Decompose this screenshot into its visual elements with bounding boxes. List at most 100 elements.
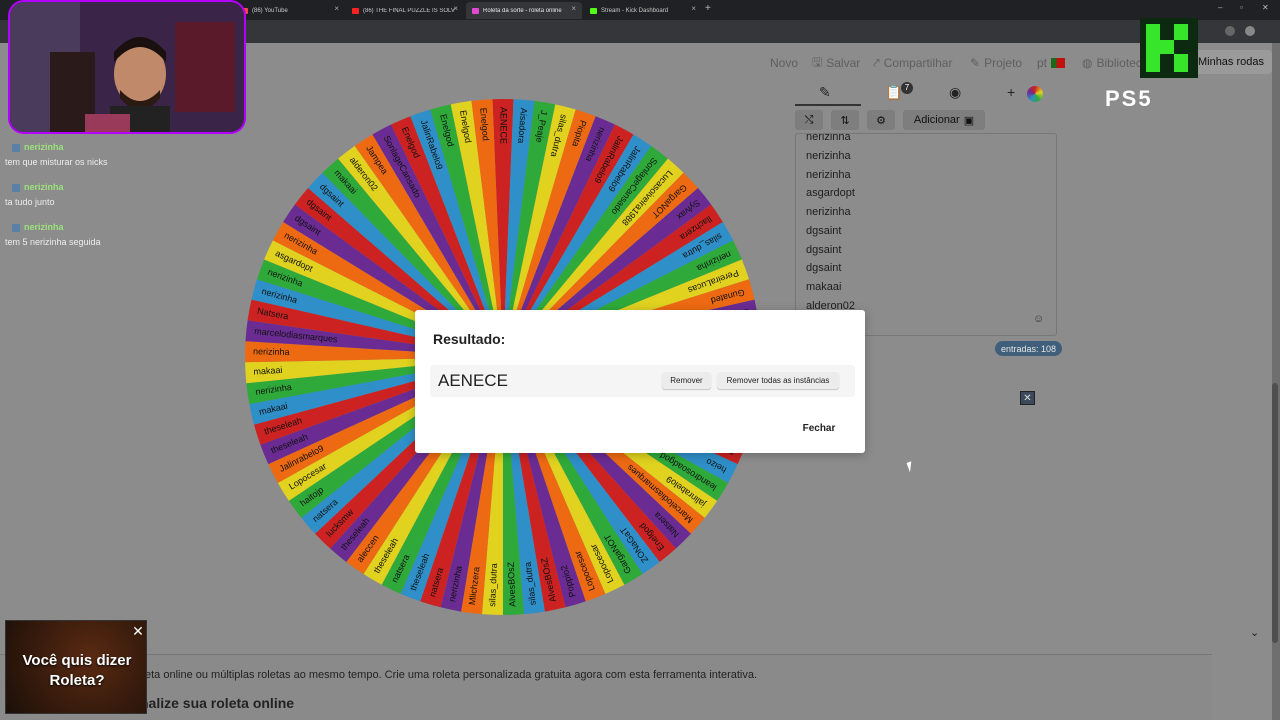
chat-username-text: nerizinha xyxy=(24,182,64,192)
tab-label: (86) YouTube xyxy=(252,7,288,14)
wheel-slice-label: makaai xyxy=(253,365,283,377)
chevron-down-icon[interactable]: ⌄ xyxy=(1250,626,1259,639)
nav-biblioteca[interactable]: ◍ Biblioteca xyxy=(1082,55,1149,71)
webcam-video xyxy=(8,0,246,134)
dialog-title: Resultado: xyxy=(433,331,506,347)
youtube-icon xyxy=(352,7,359,14)
close-icon[interactable]: ✕ xyxy=(1020,391,1035,405)
close-window-button[interactable]: ✕ xyxy=(1262,3,1269,12)
nav-compartilhar-label: Compartilhar xyxy=(883,56,953,70)
sort-icon: ⇅ xyxy=(840,114,850,127)
list-item: makaai xyxy=(806,281,842,293)
chat-username: nerizinha xyxy=(12,222,64,232)
user-badge-icon xyxy=(12,143,20,152)
scrollbar[interactable] xyxy=(1272,43,1280,720)
chat-username-text: nerizinha xyxy=(24,142,64,152)
chat-username: nerizinha xyxy=(12,142,64,152)
nav-language[interactable]: pt xyxy=(1037,55,1066,71)
kick-icon xyxy=(590,7,597,14)
shuffle-button[interactable]: ⤭ xyxy=(795,110,823,130)
roulette-ad[interactable]: ✕ Você quis dizer Roleta? xyxy=(5,620,147,714)
maximize-button[interactable]: ▫ xyxy=(1240,3,1243,12)
scroll-thumb[interactable] xyxy=(1272,383,1278,643)
tab-label: (86) THE FINAL PUZZLE IS SOLV xyxy=(363,7,455,14)
pencil-icon: ✎ xyxy=(970,56,981,70)
nav-novo[interactable]: Novo xyxy=(770,55,798,71)
settings-button[interactable]: ⚙ xyxy=(867,110,895,130)
editor-toolbar: ⤭ ⇅ ⚙ Adicionar ▣ xyxy=(795,110,985,130)
list-item: nerizinha xyxy=(806,206,851,218)
tab-label: Stream - Kick Dashboard xyxy=(601,7,669,14)
gear-icon: ⚙ xyxy=(876,114,886,127)
close-icon[interactable]: ✕ xyxy=(130,623,146,639)
adicionar-label: Adicionar xyxy=(913,114,960,126)
minimize-button[interactable]: – xyxy=(1218,3,1222,12)
result-dialog: Resultado: AENECE Remover Remover todas … xyxy=(415,310,865,453)
emoji-picker-icon[interactable]: ☺ xyxy=(1033,313,1044,325)
stream-logo xyxy=(1140,18,1198,78)
chat-text: tem 5 nerizinha seguida xyxy=(5,237,101,247)
active-tab-indicator xyxy=(795,104,861,106)
remover-button[interactable]: Remover xyxy=(662,372,711,389)
chat-message: nerizinha ta tudo junto xyxy=(4,178,244,216)
nav-lang-label: pt xyxy=(1037,56,1048,70)
eye-slash-icon[interactable]: ◉ xyxy=(949,84,961,101)
share-icon: ⤤ xyxy=(873,55,880,70)
list-item: dgsaint xyxy=(806,262,842,274)
pencil-edit-icon[interactable]: ✎ xyxy=(819,84,831,101)
entries-textarea[interactable]: nerizinha nerizinha nerizinha asgardopt … xyxy=(795,133,1057,336)
chat-username: nerizinha xyxy=(12,182,64,192)
chat-text: tem que misturar os nicks xyxy=(5,157,108,167)
clipboard-icon[interactable]: 📋 xyxy=(885,84,902,101)
profile-avatar[interactable] xyxy=(1245,26,1255,36)
nav-compartilhar[interactable]: ⤤ Compartilhar xyxy=(873,55,952,71)
nav-salvar-label: Salvar xyxy=(826,56,861,70)
close-icon[interactable]: × xyxy=(453,4,458,13)
wheel-slice-label: AENECE xyxy=(499,107,509,144)
chat-message: nerizinha tem 5 nerizinha seguida xyxy=(4,218,244,256)
result-row: AENECE Remover Remover todas as instânci… xyxy=(430,365,855,397)
chat-text: ta tudo junto xyxy=(5,197,55,207)
save-icon: 🖫 xyxy=(812,54,823,69)
close-icon[interactable]: × xyxy=(691,4,696,13)
color-wheel-icon[interactable] xyxy=(1027,86,1043,102)
tab-roleta[interactable]: Roleta da sorte - roleta online × xyxy=(466,2,582,19)
tab-youtube-video[interactable]: (86) THE FINAL PUZZLE IS SOLV × xyxy=(346,2,464,19)
fechar-button[interactable]: Fechar xyxy=(790,418,848,438)
list-item: dgsaint xyxy=(806,225,842,237)
list-item: asgardopt xyxy=(806,187,855,199)
streamer-webcam-image xyxy=(10,2,244,132)
nav-salvar[interactable]: 🖫 Salvar xyxy=(812,55,860,71)
wheel-slice-label: AlvesBOsZ xyxy=(506,561,518,607)
remover-todas-button[interactable]: Remover todas as instâncias xyxy=(717,372,839,389)
minhas-rodas-label: Minhas rodas xyxy=(1197,56,1265,68)
image-icon: ▣ xyxy=(963,114,975,127)
add-wheel-icon[interactable]: + xyxy=(1007,84,1015,100)
tab-kick-dashboard[interactable]: Stream - Kick Dashboard × xyxy=(584,2,702,19)
results-count-badge: 7 xyxy=(901,82,913,94)
new-tab-button[interactable]: + xyxy=(705,3,711,14)
result-name: AENECE xyxy=(438,371,508,390)
kick-logo-icon xyxy=(1146,24,1188,72)
minhas-rodas-button[interactable]: Minhas rodas xyxy=(1190,50,1272,74)
nav-projeto[interactable]: ✎ Projeto xyxy=(970,55,1022,71)
wheel-slice-label: silas_dutra xyxy=(487,563,499,607)
globe-icon: ◍ xyxy=(1082,56,1093,70)
wheel-favicon-icon xyxy=(472,7,479,14)
list-item: dgsaint xyxy=(806,244,842,256)
ps5-logo: PS5 xyxy=(1105,86,1153,111)
section-heading: nalize sua roleta online xyxy=(140,695,295,711)
portugal-flag-icon xyxy=(1051,58,1066,68)
tab-youtube[interactable]: (86) YouTube × xyxy=(235,2,345,19)
user-badge-icon xyxy=(12,223,20,232)
sort-button[interactable]: ⇅ xyxy=(831,110,859,130)
list-item: nerizinha xyxy=(806,150,851,162)
chat-username-text: nerizinha xyxy=(24,222,64,232)
extension-icon[interactable] xyxy=(1225,26,1235,36)
adicionar-button[interactable]: Adicionar ▣ xyxy=(903,110,985,130)
close-icon[interactable]: × xyxy=(334,4,339,13)
close-icon[interactable]: × xyxy=(571,4,576,13)
nav-novo-label: Novo xyxy=(770,56,799,70)
list-item: nerizinha xyxy=(806,133,851,143)
ad-text: Você quis dizer Roleta? xyxy=(22,652,132,689)
